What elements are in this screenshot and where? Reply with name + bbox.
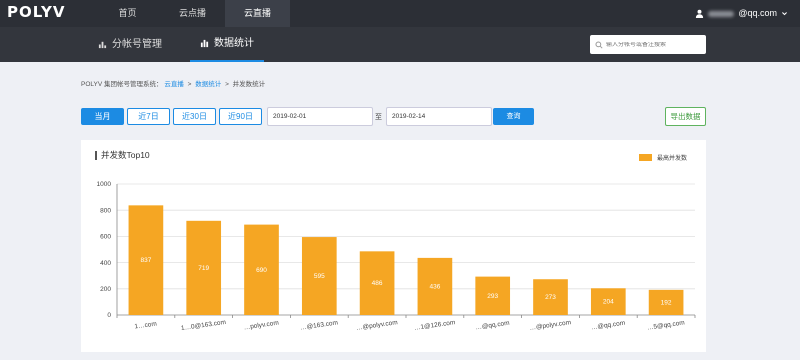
chart-panel: 0 200 400 600 800 1000 837 1…com 719 1…0@163.com 6… [81,140,706,352]
subnav-label: 数据统计 [214,38,254,49]
breadcrumb-root: POLYV 集团帐号管理系统 [81,81,157,88]
x-category-label: 1…0@163.com [181,319,227,332]
user-email: @qq.com [738,8,777,18]
x-category-label: …5@qq.com [647,319,686,331]
x-category-label: …polyv.com [243,320,279,332]
to-label: 至 [375,114,382,121]
bar-value-label: 690 [256,267,267,274]
subnav-label: 分帐号管理 [112,39,162,50]
polyv-logo[interactable]: POLYV [7,3,65,21]
search-input[interactable] [606,41,701,48]
x-category-label: …@qq.com [591,320,626,332]
x-category-label: 1…com [134,320,157,330]
user-menu[interactable]: @qq.com [695,0,788,27]
breadcrumb-colon: ： [156,81,163,88]
bar-value-label: 595 [314,273,325,280]
bar-value-label: 293 [487,293,498,300]
bar-value-label: 273 [545,294,556,301]
subnav-item-accounts[interactable]: 分帐号管理 [88,27,172,62]
y-tick-label: 400 [100,260,111,267]
range-month-button[interactable]: 当月 [81,108,124,125]
x-category-label: …@polyv.com [529,319,571,332]
stats-icon [200,39,209,48]
y-tick-label: 1000 [97,181,112,188]
bar-value-label: 719 [198,265,209,272]
panel-title: 并发数Top10 [95,151,150,160]
breadcrumb-stats[interactable]: 数据统计 [195,81,221,88]
range-30d-button[interactable]: 近30日 [173,108,216,125]
start-date-input[interactable]: 2019-02-01 [267,107,373,126]
chevron-down-icon [782,12,787,16]
nav-item-home[interactable]: 首页 [95,0,160,27]
x-category-label: …@qq.com [475,320,510,332]
search-icon [595,40,603,49]
y-tick-label: 600 [100,234,111,241]
legend-swatch [638,154,652,161]
top-navbar: POLYV 首页 云点播 云直播 @qq.com [0,0,800,27]
bar-value-label: 436 [429,283,440,290]
bar-chart-icon [98,41,107,49]
subnav-item-stats[interactable]: 数据统计 [190,27,264,62]
bar-value-label: 204 [603,299,614,306]
breadcrumb-separator: > [187,81,192,88]
breadcrumb: POLYV 集团帐号管理系统： 云直播 > 数据统计 > 并发数统计 [81,78,265,88]
x-category-label: …1@126.com [414,319,456,332]
bar-value-label: 192 [661,299,672,306]
nav-item-live[interactable]: 云直播 [225,0,290,27]
bar-value-label: 486 [372,280,383,287]
x-category-label: …@polyv.com [356,319,398,332]
x-category-label: …@163.com [300,319,339,331]
bar-value-label: 837 [140,257,151,264]
y-tick-label: 0 [107,312,111,319]
range-7d-button[interactable]: 近7日 [127,108,170,125]
bar-chart: 0 200 400 600 800 1000 837 1…com 719 1…0@163.com 6… [97,181,696,332]
y-tick-label: 200 [100,286,111,293]
export-button[interactable]: 导出数据 [665,107,706,126]
sub-navbar: 分帐号管理 数据统计 [0,27,800,62]
breadcrumb-current: 并发数统计 [232,81,266,88]
breadcrumb-separator: > [225,81,229,88]
legend-label: 最高并发数 [656,156,687,162]
breadcrumb-live[interactable]: 云直播 [164,81,184,88]
search-box [590,35,706,54]
top-nav: 首页 云点播 云直播 [95,0,290,27]
range-90d-button[interactable]: 近90日 [219,108,262,125]
end-date-input[interactable]: 2019-02-14 [386,107,492,126]
chart-legend[interactable]: 最高并发数 [638,153,687,162]
nav-item-vod[interactable]: 云点播 [160,0,225,27]
y-tick-label: 800 [100,207,111,214]
user-icon [696,9,704,18]
query-button[interactable]: 查询 [493,108,534,125]
redacted-user-name [708,10,735,17]
sub-nav: 分帐号管理 数据统计 [88,27,282,62]
